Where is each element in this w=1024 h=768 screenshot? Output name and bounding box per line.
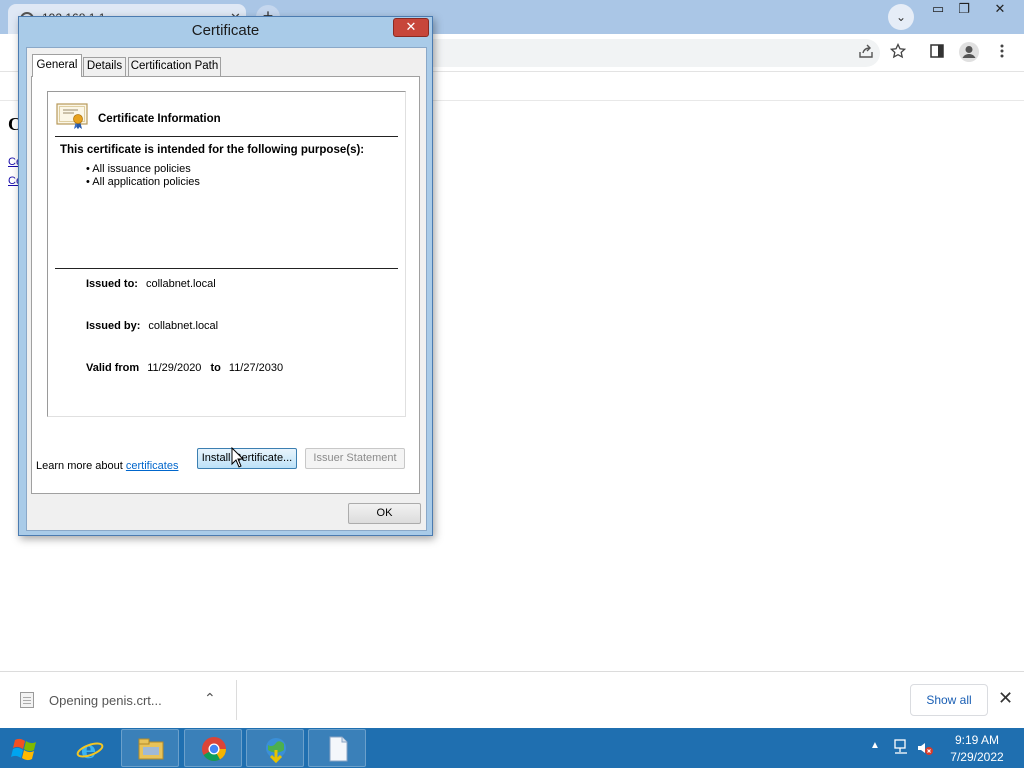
download-item-name[interactable]: Opening penis.crt... xyxy=(49,693,162,708)
file-icon xyxy=(20,692,34,708)
profile-avatar-icon[interactable] xyxy=(958,41,980,63)
certificate-icon xyxy=(56,102,88,130)
certificate-info-box: Certificate Information This certificate… xyxy=(47,91,406,417)
network-icon[interactable] xyxy=(893,739,909,755)
issued-to-row: Issued to: collabnet.local xyxy=(86,278,216,290)
issued-by-label: Issued by: xyxy=(86,320,141,332)
bookmark-star-icon[interactable] xyxy=(888,42,908,63)
volume-muted-icon[interactable] xyxy=(916,739,934,757)
certificate-dialog: Certificate ✕ General Details Certificat… xyxy=(18,16,433,536)
close-shelf-icon[interactable]: ✕ xyxy=(998,688,1013,709)
tab-general[interactable]: General xyxy=(32,54,82,77)
purpose-list: • All issuance policies • All applicatio… xyxy=(86,163,200,189)
document-icon xyxy=(329,736,348,762)
file-explorer-taskbar-button[interactable] xyxy=(121,729,179,767)
issued-to-value: collabnet.local xyxy=(145,278,216,290)
valid-from-value: 11/29/2020 xyxy=(147,362,202,374)
dialog-title: Certificate xyxy=(191,22,260,39)
purpose-item: • All issuance policies xyxy=(86,163,191,175)
learn-more-prefix: Learn more about xyxy=(36,460,126,472)
chrome-taskbar-button[interactable] xyxy=(184,729,242,767)
system-tray: ▲ 9:19 AM 7/29/2022 xyxy=(860,728,1024,768)
share-icon[interactable] xyxy=(856,43,876,63)
issued-by-row: Issued by: collabnet.local xyxy=(86,320,218,332)
dialog-body: General Details Certification Path Certi… xyxy=(26,47,427,531)
more-menu-icon[interactable] xyxy=(992,43,1012,63)
show-hidden-icons-button[interactable]: ▲ xyxy=(870,740,880,751)
restore-window-button[interactable]: ❐ xyxy=(951,0,977,20)
issued-to-label: Issued to: xyxy=(86,278,138,290)
internet-explorer-icon: e xyxy=(76,735,104,763)
svg-text:e: e xyxy=(81,735,96,763)
divider xyxy=(236,680,237,720)
validity-row: Valid from 11/29/2020 to 11/27/2030 xyxy=(86,362,283,374)
install-certificate-button[interactable]: Install Certificate... xyxy=(197,448,297,469)
learn-more-text: Learn more about certificates xyxy=(36,460,178,472)
start-button-windows-icon[interactable] xyxy=(8,732,48,766)
divider xyxy=(55,268,398,269)
download-manager-taskbar-button[interactable] xyxy=(246,729,304,767)
valid-to-label: to xyxy=(210,362,221,374)
valid-from-label: Valid from xyxy=(86,362,140,374)
purpose-heading: This certificate is intended for the fol… xyxy=(60,144,365,156)
show-all-downloads-button[interactable]: Show all xyxy=(910,684,988,716)
ok-button[interactable]: OK xyxy=(348,503,421,524)
internet-explorer-taskbar-button[interactable]: e xyxy=(60,729,118,767)
tab-certification-path[interactable]: Certification Path xyxy=(128,57,221,76)
certificates-link[interactable]: certificates xyxy=(126,460,179,472)
certificate-info-title: Certificate Information xyxy=(98,113,221,125)
general-tab-panel: Certificate Information This certificate… xyxy=(31,76,420,494)
globe-download-icon xyxy=(266,738,286,763)
chevron-up-icon[interactable]: ⌃ xyxy=(204,690,216,707)
side-panel-icon[interactable] xyxy=(927,43,947,63)
minimize-window-button[interactable]: ▭ xyxy=(925,0,951,20)
mouse-pointer-icon xyxy=(231,446,245,469)
clock-time[interactable]: 9:19 AM xyxy=(944,733,1010,747)
valid-to-value: 11/27/2030 xyxy=(228,362,284,374)
dialog-close-button[interactable]: ✕ xyxy=(393,18,429,37)
issued-by-value: collabnet.local xyxy=(148,320,219,332)
chrome-icon xyxy=(202,737,226,762)
close-window-button[interactable]: ✕ xyxy=(977,0,1023,20)
tab-details[interactable]: Details xyxy=(83,57,126,76)
divider xyxy=(55,136,398,137)
document-taskbar-button[interactable] xyxy=(308,729,366,767)
download-shelf: Opening penis.crt... ⌃ Show all ✕ xyxy=(0,671,1024,728)
taskbar: e ▲ 9:19 AM 7/29/2022 xyxy=(0,728,1024,768)
tab-search-button[interactable]: ⌄ xyxy=(888,4,914,30)
purpose-item: • All application policies xyxy=(86,176,200,188)
issuer-statement-button[interactable]: Issuer Statement xyxy=(305,448,405,469)
folder-icon xyxy=(138,738,164,760)
clock-date[interactable]: 7/29/2022 xyxy=(944,750,1010,764)
